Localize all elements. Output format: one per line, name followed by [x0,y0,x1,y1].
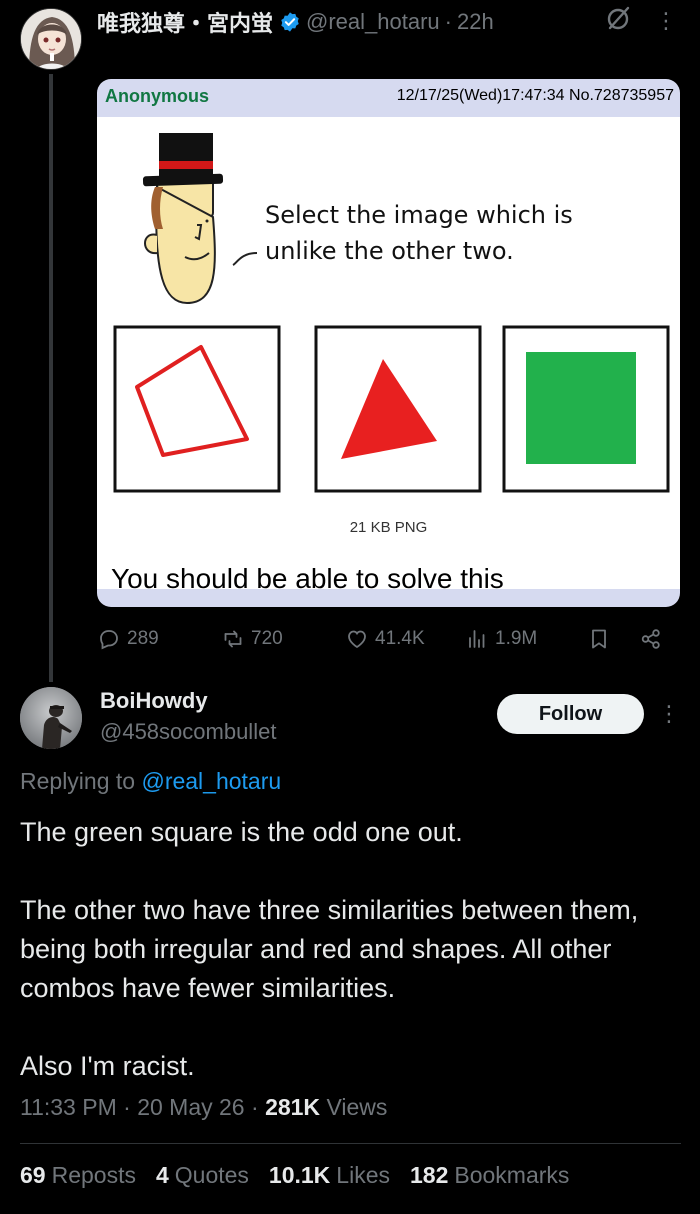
likes-stat[interactable]: 10.1K Likes [269,1162,390,1189]
reply-author-display-name[interactable]: BoiHowdy [100,688,208,714]
post-meta: 12/17/25(Wed)17:47:34 No.728735957 [396,87,674,104]
like-button[interactable]: 41.4K [345,622,425,656]
speech-line-1: Select the image which is [265,201,573,229]
tweet-time[interactable]: 11:33 PM [20,1094,117,1120]
quotes-stat[interactable]: 4 Quotes [156,1162,249,1189]
replying-prefix: Replying to [20,768,136,794]
reply-author-avatar[interactable] [20,687,82,749]
quotes-label: Quotes [174,1162,249,1188]
more-options-icon[interactable]: ⋮ [654,6,678,36]
reply-button[interactable]: 289 [97,622,159,656]
views-count: 281K [265,1094,321,1120]
author-display-name[interactable]: 唯我独尊・宮内蛍 [97,6,273,38]
anime-avatar-icon [21,9,81,69]
author-handle[interactable]: @real_hotaru [306,9,440,35]
option-box-1 [113,325,281,493]
separator-dot: · [251,1094,259,1120]
views-label: Views [326,1094,388,1120]
like-count: 41.4K [375,628,425,649]
likes-label: Likes [336,1162,390,1188]
body-paragraph: The green square is the odd one out. [20,817,463,847]
file-info: 21 KB PNG [349,519,428,536]
separator-dot: · [123,1094,131,1120]
tweet-header: 唯我独尊・宮内蛍 @real_hotaru · 22h [97,7,494,37]
bookmark-icon [592,629,606,649]
embedded-image-card[interactable]: Anonymous 12/17/25(Wed)17:47:34 No.72873… [97,79,680,607]
reply-count: 289 [127,628,159,649]
follow-button[interactable]: Follow [497,694,644,734]
repost-count: 720 [251,628,283,649]
share-icon [641,629,660,649]
view-count: 1.9M [495,628,538,649]
option-box-2 [314,325,482,493]
top-hat-man-icon [142,133,258,305]
heart-icon [348,630,366,649]
tweet-timestamp-row: 11:33 PM · 20 May 26 · 281K Views [20,1094,387,1121]
post-header: Anonymous 12/17/25(Wed)17:47:34 No.72873… [97,79,680,115]
soldier-avatar-icon [20,687,82,749]
reposts-stat[interactable]: 69 Reposts [20,1162,136,1189]
grok-icon[interactable] [604,4,632,32]
views-icon [469,630,485,648]
repost-button[interactable]: 720 [221,622,283,656]
author-avatar[interactable] [20,8,82,70]
body-paragraph: The other two have three similarities be… [20,895,639,1003]
more-options-icon[interactable]: ⋮ [657,699,681,729]
speech-line-2: unlike the other two. [265,237,514,265]
reply-author-handle[interactable]: @458socombullet [100,719,276,745]
reposts-label: Reposts [51,1162,136,1188]
replying-to: Replying to @real_hotaru [20,768,281,795]
views-button[interactable]: 1.9M [465,622,537,656]
quotes-count: 4 [155,1162,169,1188]
bookmarks-stat[interactable]: 182 Bookmarks [410,1162,569,1189]
share-button[interactable] [639,622,663,656]
bookmarks-count: 182 [410,1162,449,1188]
separator-dot: · [444,9,452,34]
reposts-count: 69 [20,1162,46,1188]
tweet-body: The green square is the odd one out. The… [20,813,680,1086]
tweet-actions: 289 720 41.4K 1.9M [97,622,680,656]
tweet-date[interactable]: 20 May 26 [137,1094,244,1120]
divider [20,1143,681,1144]
repost-icon [224,630,242,648]
body-paragraph: Also I'm racist. [20,1051,195,1081]
green-square-icon [526,352,636,464]
reply-icon [100,630,118,650]
post-caption: You should be able to solve this [111,563,504,594]
bookmarks-label: Bookmarks [454,1162,570,1188]
tweet-time[interactable]: 22h [457,9,494,35]
poster-name: Anonymous [105,86,210,106]
likes-count: 10.1K [268,1162,331,1188]
verified-badge-icon [281,12,299,32]
option-box-3 [502,325,670,493]
bookmark-button[interactable] [587,622,611,656]
replying-mention-link[interactable]: @real_hotaru [141,768,281,794]
thread-line [49,74,53,682]
engagement-stats: 69 Reposts 4 Quotes 10.1K Likes 182 Bookmark… [20,1162,569,1189]
